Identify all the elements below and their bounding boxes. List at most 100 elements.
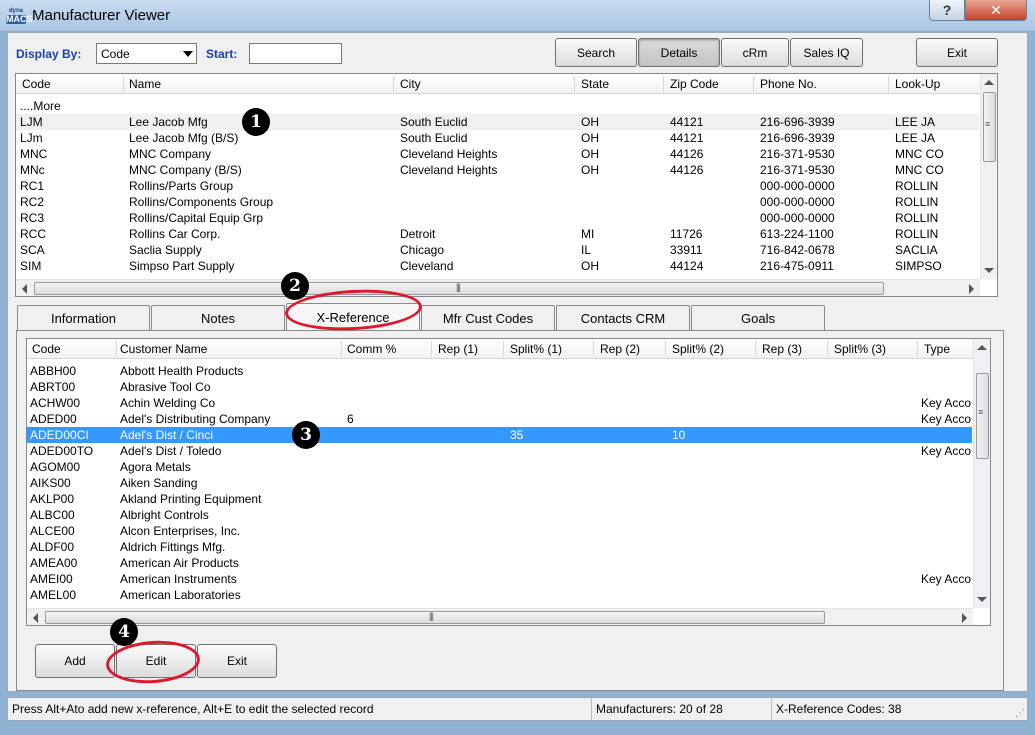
col-header-rep1[interactable]: Rep (1): [438, 342, 478, 356]
cell-name: Rollins Car Corp.: [129, 227, 221, 241]
crm-button[interactable]: cRm: [721, 38, 789, 67]
x-reference-vscrollbar[interactable]: ≡: [973, 339, 990, 608]
exit-button[interactable]: Exit: [916, 38, 998, 67]
scroll-up-icon[interactable]: [984, 80, 994, 85]
cell-name: Saclia Supply: [129, 243, 202, 257]
table-row[interactable]: RC3 Rollins/Capital Equip Grp 000-000-0000…: [16, 210, 979, 226]
add-button[interactable]: Add: [35, 644, 115, 678]
resize-grip-icon[interactable]: ⋰: [1015, 708, 1025, 719]
table-row[interactable]: AMEI00 American Instruments Key Acco: [27, 571, 972, 587]
cell-phone: 216-696-3939: [760, 131, 835, 145]
table-row[interactable]: ALCE00 Alcon Enterprises, Inc.: [27, 523, 972, 539]
table-row[interactable]: SIM Simpso Part Supply Cleveland OH 44124 216…: [16, 258, 979, 274]
display-by-select[interactable]: Code: [96, 43, 197, 64]
col-header-comm[interactable]: Comm %: [347, 342, 396, 356]
cell-split1: 35: [510, 428, 524, 442]
x-reference-table-header: Code Customer Name Comm % Rep (1) Split%…: [27, 339, 973, 359]
table-row[interactable]: ADED00CI Adel's Dist / Cinci 35 10: [27, 427, 972, 443]
close-button[interactable]: ✕: [965, 0, 1027, 21]
more-link[interactable]: ....More: [20, 99, 61, 113]
table-row[interactable]: ADED00TO Adel's Dist / Toledo Key Acco: [27, 443, 972, 459]
table-row[interactable]: AGOM00 Agora Metals: [27, 459, 972, 475]
cell-phone: 613-224-1100: [760, 227, 834, 241]
scroll-up-icon[interactable]: [977, 345, 987, 350]
hscroll-thumb[interactable]: [45, 611, 825, 624]
table-row[interactable]: MNC MNC Company Cleveland Heights OH 44126 21…: [16, 146, 979, 162]
col-header-customer[interactable]: Customer Name: [120, 342, 207, 356]
col-header-rep2[interactable]: Rep (2): [600, 342, 640, 356]
table-row[interactable]: ACHW00 Achin Welding Co Key Acco: [27, 395, 972, 411]
col-header-split2[interactable]: Split% (2): [672, 342, 724, 356]
cell-type: Key Acco: [921, 396, 972, 410]
cell-city: Cleveland: [400, 259, 454, 273]
col-header-rep3[interactable]: Rep (3): [762, 342, 802, 356]
table-row[interactable]: ALDF00 Aldrich Fittings Mfg.: [27, 539, 972, 555]
cell-name: Simpso Part Supply: [129, 259, 235, 273]
table-row[interactable]: ABRT00 Abrasive Tool Co: [27, 379, 972, 395]
table-row[interactable]: AKLP00 Akland Printing Equipment: [27, 491, 972, 507]
scroll-left-icon[interactable]: [22, 284, 27, 294]
manufacturer-vscrollbar[interactable]: ≡: [980, 74, 997, 279]
col-header-name[interactable]: Name: [129, 77, 161, 91]
scroll-left-icon[interactable]: [33, 613, 38, 623]
table-row[interactable]: ABBH00 Abbott Health Products: [27, 363, 972, 379]
grip-icon: |||: [429, 611, 434, 621]
tab-information[interactable]: Information: [17, 305, 150, 331]
col-header-type[interactable]: Type: [924, 342, 950, 356]
callout-1: 1: [242, 108, 270, 136]
manufacturer-table[interactable]: Code Name City State Zip Code Phone No. …: [15, 73, 998, 297]
col-header-split1[interactable]: Split% (1): [510, 342, 562, 356]
x-reference-hscrollbar[interactable]: |||: [27, 608, 973, 625]
cell-city: South Euclid: [400, 131, 468, 145]
table-row[interactable]: RC2 Rollins/Components Group 000-000-0000 R…: [16, 194, 979, 210]
table-row[interactable]: SCA Saclia Supply Chicago IL 33911 716-842-06…: [16, 242, 979, 258]
table-row[interactable]: RC1 Rollins/Parts Group 000-000-0000 ROLLIN: [16, 178, 979, 194]
table-row[interactable]: AMEL00 American Laboratories: [27, 587, 972, 603]
grip-icon: ≡: [978, 407, 983, 417]
more-row[interactable]: ....More: [16, 98, 981, 114]
table-row[interactable]: ALBC00 Albright Controls: [27, 507, 972, 523]
scroll-down-icon[interactable]: [984, 268, 994, 273]
scroll-down-icon[interactable]: [977, 597, 987, 602]
cell-customer: Adel's Distributing Company: [120, 412, 271, 426]
tab-contacts-crm[interactable]: Contacts CRM: [556, 305, 690, 331]
col-header-split3[interactable]: Split% (3): [834, 342, 886, 356]
cell-customer: American Laboratories: [120, 588, 241, 602]
details-button[interactable]: Details: [638, 38, 720, 67]
help-button[interactable]: ?: [929, 0, 965, 21]
col-header-phone[interactable]: Phone No.: [760, 77, 817, 91]
exit-panel-button[interactable]: Exit: [197, 644, 277, 678]
col-header-code[interactable]: Code: [32, 342, 61, 356]
chevron-down-icon: [183, 51, 193, 57]
table-row[interactable]: LJM Lee Jacob Mfg South Euclid OH 44121 216-6…: [16, 114, 979, 130]
table-row[interactable]: MNc MNC Company (B/S) Cleveland Heights OH 4…: [16, 162, 979, 178]
tab-mfr-cust-codes[interactable]: Mfr Cust Codes: [421, 305, 555, 331]
manufacturer-hscrollbar[interactable]: |||: [16, 279, 980, 296]
col-header-lookup[interactable]: Look-Up: [895, 77, 940, 91]
x-reference-table[interactable]: Code Customer Name Comm % Rep (1) Split%…: [26, 338, 991, 626]
scroll-right-icon[interactable]: [962, 613, 967, 623]
table-row[interactable]: ADED00 Adel's Distributing Company 6 Key Ac…: [27, 411, 972, 427]
table-row[interactable]: RCC Rollins Car Corp. Detroit MI 11726 613-22…: [16, 226, 979, 242]
start-input[interactable]: [249, 43, 342, 64]
sales-iq-button[interactable]: Sales IQ: [790, 38, 863, 67]
cell-state: OH: [581, 163, 599, 177]
col-header-code[interactable]: Code: [22, 77, 51, 91]
table-row[interactable]: AMEA00 American Air Products: [27, 555, 972, 571]
col-header-state[interactable]: State: [581, 77, 609, 91]
scroll-right-icon[interactable]: [969, 284, 974, 294]
table-row[interactable]: LJm Lee Jacob Mfg (B/S) South Euclid OH 4412…: [16, 130, 979, 146]
cell-name: MNC Company (B/S): [129, 163, 242, 177]
cell-state: IL: [581, 243, 592, 257]
col-header-city[interactable]: City: [400, 77, 421, 91]
cell-code: ALDF00: [30, 540, 75, 554]
tab-goals[interactable]: Goals: [691, 305, 825, 331]
cell-code: ADED00TO: [30, 444, 94, 458]
tab-notes[interactable]: Notes: [151, 305, 285, 331]
cell-state: OH: [581, 259, 599, 273]
callout-4: 4: [110, 618, 138, 646]
search-button[interactable]: Search: [555, 38, 637, 67]
table-row[interactable]: AIKS00 Aiken Sanding: [27, 475, 972, 491]
help-icon: ?: [942, 2, 952, 18]
col-header-zip[interactable]: Zip Code: [670, 77, 719, 91]
